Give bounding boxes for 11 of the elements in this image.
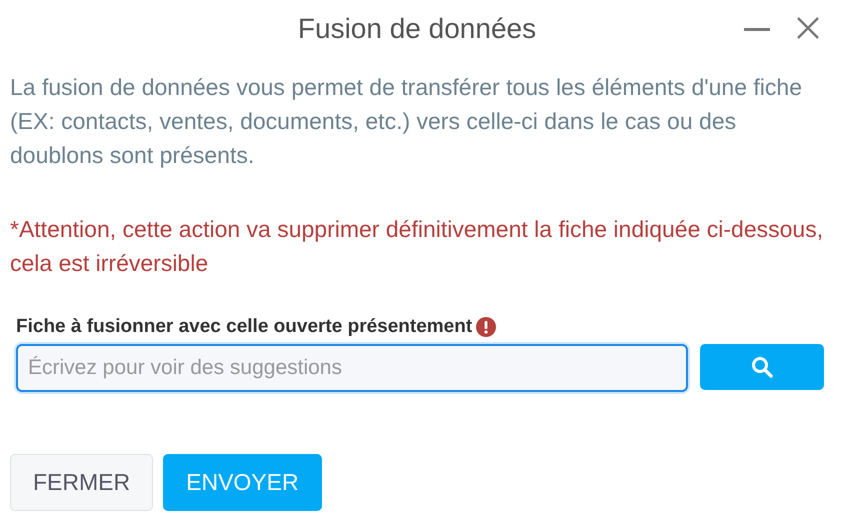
warning-text: *Attention, cette action va supprimer définitivement la fiche indiquée ci-dessous, cela est irréversible: [10, 215, 824, 278]
description-text: La fusion de données vous permet de transférer tous les éléments d'une fiche (EX: contacts, ventes, documents, etc.) vers celle-ci dans le cas ou des doublons sont présents.: [10, 73, 803, 170]
alert-icon: [476, 317, 496, 337]
field-label: Fiche à fusionner avec celle ouverte présentement: [16, 316, 472, 338]
search-icon: [751, 356, 773, 378]
search-field[interactable]: Écrivez pour voir des suggestions: [16, 344, 688, 392]
search-button[interactable]: [700, 344, 824, 390]
minimize-icon[interactable]: [744, 28, 770, 32]
close-icon[interactable]: [796, 16, 820, 40]
dialog-title: Fusion de données: [298, 13, 536, 45]
close-button[interactable]: FERMER: [10, 454, 154, 511]
